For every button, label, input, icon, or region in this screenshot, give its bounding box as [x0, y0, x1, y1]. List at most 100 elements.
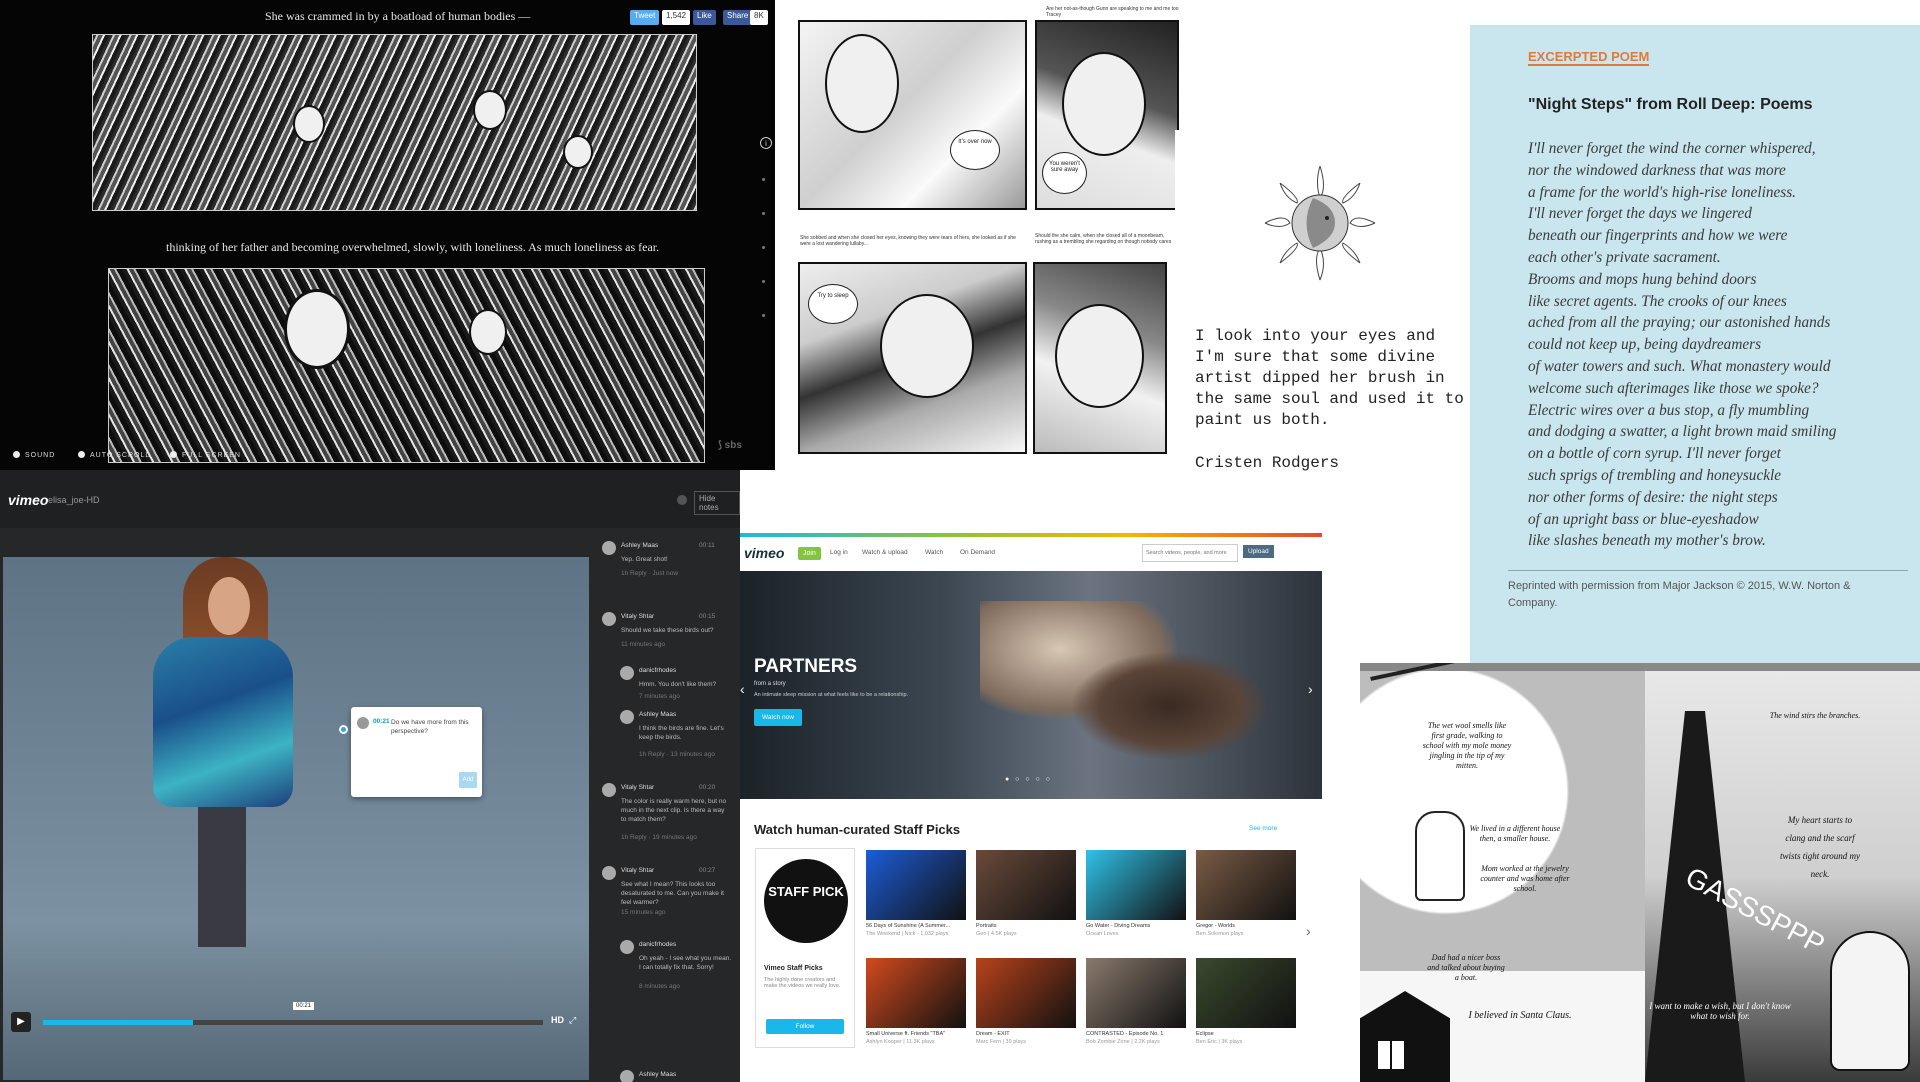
- quote-author: Cristen Rodgers: [1195, 454, 1340, 472]
- follow-button[interactable]: Follow: [766, 1019, 844, 1034]
- caption: Mom worked at the jewelry counter and wa…: [1480, 864, 1570, 893]
- nav-watch-upload[interactable]: Watch & upload: [862, 549, 908, 556]
- video-thumbnail[interactable]: [1196, 958, 1296, 1028]
- sun-moon-icon: [1245, 158, 1395, 288]
- auto-scroll-toggle[interactable]: AUTO SCROLL: [78, 451, 150, 459]
- poem-line: I'll never forget the days we lingered: [1528, 205, 1752, 223]
- hd-label[interactable]: HD: [551, 1015, 564, 1025]
- see-more-link[interactable]: See more: [1249, 825, 1277, 832]
- nav-watch[interactable]: Watch: [925, 549, 943, 556]
- add-note-button[interactable]: Add: [459, 772, 477, 788]
- video-title[interactable]: Small Universe ft. Friends "TBA": [866, 1031, 966, 1037]
- comment-item[interactable]: Ashley Maas 00:11 Yep. Great shot! 1h Re…: [597, 541, 740, 591]
- comment-reply[interactable]: Ashley Maas I think the birds are fine. …: [615, 710, 740, 770]
- nav-dot[interactable]: [762, 178, 765, 181]
- carousel-dots[interactable]: ● ○ ○ ○ ○: [1005, 776, 1052, 783]
- upload-button[interactable]: Upload: [1243, 545, 1274, 558]
- join-button[interactable]: Join: [798, 547, 821, 560]
- sleeping-face-drawing: [1055, 304, 1144, 408]
- comment-reply[interactable]: Ashley Maas: [615, 1070, 740, 1082]
- vimeo-logo[interactable]: vimeo: [744, 545, 784, 561]
- nav-dot[interactable]: [762, 280, 765, 283]
- share-button[interactable]: Share: [723, 10, 753, 25]
- carousel-prev-icon[interactable]: ‹: [740, 681, 745, 697]
- comment-item[interactable]: Vitaly Shtar 00:15 Should we take these …: [597, 612, 740, 672]
- info-icon[interactable]: i: [760, 137, 772, 149]
- carousel-next-icon[interactable]: ›: [1308, 681, 1313, 697]
- video-thumbnail[interactable]: [1086, 850, 1186, 920]
- settings-icon[interactable]: [677, 495, 687, 505]
- video-title[interactable]: Eclipse: [1196, 1031, 1296, 1037]
- watch-now-button[interactable]: Watch now: [754, 709, 802, 726]
- sound-toggle[interactable]: SOUND: [13, 451, 55, 459]
- video-thumbnail[interactable]: [866, 958, 966, 1028]
- nav-dot[interactable]: [762, 246, 765, 249]
- progress-track[interactable]: [43, 1020, 543, 1025]
- hide-notes-button[interactable]: Hide notes: [694, 491, 740, 515]
- comment-text: Should we take these birds out?: [621, 627, 714, 634]
- vimeo-logo[interactable]: vimeo: [8, 492, 48, 508]
- comment-meta: 1h Reply · Just now: [621, 570, 679, 577]
- video-meta: Marc Fern | 39 plays: [976, 1039, 1027, 1045]
- commenter-name: danicfrhodes: [639, 667, 677, 674]
- comments-sidebar: Ashley Maas 00:11 Yep. Great shot! 1h Re…: [597, 528, 740, 1082]
- like-button[interactable]: Like: [693, 10, 716, 25]
- note-time: 00:21: [373, 718, 390, 725]
- graphic-novel-spread: The wet wool smells like first grade, wa…: [1360, 663, 1920, 1082]
- sleeping-face-drawing: [880, 294, 974, 398]
- nav-dot[interactable]: [762, 314, 765, 317]
- grid-next-icon[interactable]: ›: [1306, 923, 1311, 939]
- video-title[interactable]: Portraits: [976, 923, 1076, 929]
- comment-reply[interactable]: danicfrhodes Hmm. You don't like them? 7…: [615, 666, 740, 706]
- play-button[interactable]: ▶: [11, 1012, 31, 1032]
- speech-bubble: You weren't sure away: [1042, 152, 1087, 194]
- comment-meta: 15 minutes ago: [621, 909, 666, 916]
- caption-mid: thinking of her father and becoming over…: [166, 240, 660, 254]
- nav-dot[interactable]: [762, 212, 765, 215]
- speech-bubble: Try to sleep: [808, 284, 858, 324]
- comment-item[interactable]: Vitaly Shtar 00:27 See what I mean? This…: [597, 866, 740, 926]
- nav-login[interactable]: Log in: [830, 549, 848, 556]
- poem-line: could not keep up, being daydreamers: [1528, 336, 1762, 354]
- snowy-sky: [1360, 671, 1645, 971]
- poem-line: such sprigs of trembling and honeysuckle: [1528, 466, 1782, 484]
- hero-title: PARTNERS: [754, 656, 858, 677]
- fullscreen-icon[interactable]: ⤢: [569, 1015, 576, 1026]
- video-title[interactable]: Dream - EXIT: [976, 1031, 1076, 1037]
- comment-meta: 11 minutes ago: [621, 641, 665, 648]
- full-screen-toggle[interactable]: FULL SCREEN: [170, 451, 241, 459]
- comment-text: Hmm. You don't like them?: [639, 681, 717, 688]
- hero-subtitle: from a story: [754, 681, 786, 687]
- section-title: Watch human-curated Staff Picks: [754, 822, 961, 837]
- video-thumbnail[interactable]: [866, 850, 966, 920]
- manga-frame: Try to sleep: [798, 262, 1027, 454]
- video-thumbnail[interactable]: [976, 850, 1076, 920]
- sleeping-person-image: [1070, 651, 1270, 761]
- video-thumbnail[interactable]: [1196, 850, 1296, 920]
- video-thumbnail[interactable]: [976, 958, 1076, 1028]
- staff-pick-title: Vimeo Staff Picks: [764, 965, 823, 972]
- video-title[interactable]: CONTRASTED - Episode No. 1: [1086, 1031, 1186, 1037]
- child-drawing: [1415, 811, 1465, 901]
- hero-carousel[interactable]: PARTNERS from a story An intimate sleep …: [740, 571, 1322, 799]
- quote-panel: I look into your eyes and I'm sure that …: [1175, 130, 1470, 490]
- staff-picks-card[interactable]: STAFF PICK Vimeo Staff Picks The highly …: [755, 848, 855, 1048]
- poem-line: of an upright bass or blue-eyeshadow: [1528, 510, 1759, 528]
- video-thumbnail[interactable]: [1086, 958, 1186, 1028]
- search-input[interactable]: [1142, 544, 1238, 562]
- channel-name[interactable]: elisa_joe-HD: [48, 495, 100, 505]
- video-title[interactable]: Gregor - Worlds: [1196, 923, 1296, 929]
- video-meta: Bob Zombie Zone | 2.2K plays: [1086, 1039, 1160, 1045]
- tweet-button[interactable]: Tweet: [630, 10, 660, 25]
- video-frame[interactable]: 00:21 Do we have more from this perspect…: [3, 557, 589, 1080]
- woman-face: [208, 577, 250, 635]
- face-drawing: [825, 34, 899, 133]
- comment-reply[interactable]: danicfrhodes Oh yeah - I see what you me…: [615, 940, 740, 990]
- video-title[interactable]: Go Water - Diving Dreams: [1086, 923, 1186, 929]
- note-marker[interactable]: [339, 725, 348, 734]
- comment-item[interactable]: Vitaly Shtar 00:20 The color is really w…: [597, 783, 740, 853]
- nav-on-demand[interactable]: On Demand: [960, 549, 995, 556]
- video-title[interactable]: 56 Days of Sunshine (A Summer...: [866, 923, 966, 929]
- note-text: Do we have more from this perspective?: [391, 719, 469, 735]
- video-meta: The Weekend | Nick - 1,032 plays: [866, 931, 949, 937]
